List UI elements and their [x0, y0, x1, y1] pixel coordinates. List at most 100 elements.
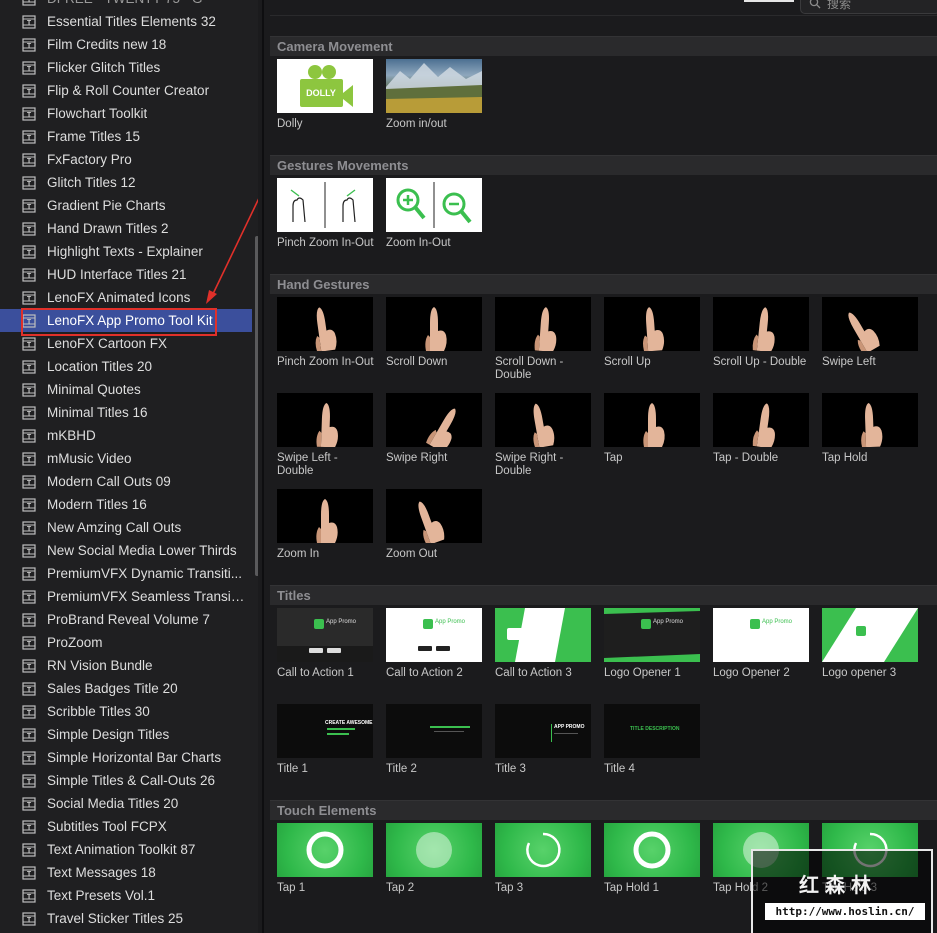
sidebar-item[interactable]: T New Amzing Call Outs	[0, 516, 252, 539]
effect-thumbnail[interactable]	[386, 178, 482, 232]
sidebar-item[interactable]: T Sales Badges Title 20	[0, 677, 252, 700]
effect-tile[interactable]: Call to Action 3	[495, 608, 591, 680]
effect-tile[interactable]: Tap 3	[495, 823, 591, 895]
sidebar-item[interactable]: T Essential Titles Elements 32	[0, 10, 252, 33]
sidebar-item[interactable]: T Simple Titles & Call-Outs 26	[0, 769, 252, 792]
sidebar-item[interactable]: T Travel Sticker Titles 25	[0, 907, 252, 930]
effect-thumbnail[interactable]: App Promo	[386, 608, 482, 662]
sidebar-item[interactable]: T Frame Titles 15	[0, 125, 252, 148]
effect-thumbnail[interactable]	[495, 393, 591, 447]
section-header[interactable]: Touch Elements	[270, 800, 937, 820]
sidebar-item[interactable]: T DFREE - TWENTY 75 - G	[0, 0, 252, 10]
effect-tile[interactable]: App Promo Logo Opener 1	[604, 608, 700, 680]
section-header[interactable]: Hand Gestures	[270, 274, 937, 294]
effect-tile[interactable]: DOLLY Dolly	[277, 59, 373, 131]
effect-tile[interactable]: Tap	[604, 393, 700, 465]
effect-thumbnail[interactable]	[277, 823, 373, 877]
sidebar-scrollbar[interactable]	[255, 236, 258, 576]
effect-thumbnail[interactable]	[277, 178, 373, 232]
effect-thumbnail[interactable]	[386, 59, 482, 113]
effect-tile[interactable]: Scroll Up - Double	[713, 297, 809, 369]
sidebar-item[interactable]: T Flowchart Toolkit	[0, 102, 252, 125]
effect-thumbnail[interactable]: App Promo	[713, 608, 809, 662]
sidebar-item[interactable]: T New Social Media Lower Thirds	[0, 539, 252, 562]
effect-thumbnail[interactable]	[277, 297, 373, 351]
sidebar-item[interactable]: TmKBHD	[0, 424, 252, 447]
sidebar-item[interactable]: T HUD Interface Titles 21	[0, 263, 252, 286]
sidebar-item[interactable]: T Modern Titles 16	[0, 493, 252, 516]
effect-thumbnail[interactable]	[386, 393, 482, 447]
sidebar-item[interactable]: T Modern Call Outs 09	[0, 470, 252, 493]
effect-tile[interactable]: Pinch Zoom In-Out	[277, 178, 374, 250]
effect-thumbnail[interactable]	[604, 393, 700, 447]
effect-thumbnail[interactable]	[277, 489, 373, 543]
effect-tile[interactable]: Swipe Right - Double	[495, 393, 591, 478]
effect-thumbnail[interactable]: App Promo	[277, 608, 373, 662]
effect-tile[interactable]: Tap Hold	[822, 393, 918, 465]
effect-thumbnail[interactable]	[495, 823, 591, 877]
effect-tile[interactable]: Scroll Down - Double	[495, 297, 591, 382]
effect-thumbnail[interactable]	[495, 608, 591, 662]
effect-thumbnail[interactable]	[822, 393, 918, 447]
section-header[interactable]: Gestures Movements	[270, 155, 937, 175]
effect-thumbnail[interactable]	[713, 393, 809, 447]
effect-thumbnail[interactable]: DOLLY	[277, 59, 373, 113]
sidebar-item[interactable]: T LenoFX App Promo Tool Kit	[0, 309, 252, 332]
sidebar-item[interactable]: T Text Messages 18	[0, 861, 252, 884]
effect-tile[interactable]: Zoom Out	[386, 489, 482, 561]
section-header[interactable]: Camera Movement	[270, 36, 937, 56]
effect-tile[interactable]: App Promo Call to Action 2	[386, 608, 482, 680]
effect-thumbnail[interactable]: APP PROMO	[495, 704, 591, 758]
effect-tile[interactable]: Zoom In	[277, 489, 373, 561]
sidebar-item[interactable]: T LenoFX Cartoon FX	[0, 332, 252, 355]
effect-thumbnail[interactable]	[822, 608, 918, 662]
effect-tile[interactable]: CREATE AWESOME Title 1	[277, 704, 373, 776]
effect-thumbnail[interactable]	[604, 823, 700, 877]
effect-thumbnail[interactable]	[822, 297, 918, 351]
effect-tile[interactable]: Pinch Zoom In-Out	[277, 297, 374, 369]
sidebar-item[interactable]: T Location Titles 20	[0, 355, 252, 378]
sidebar-item[interactable]: T RN Vision Bundle	[0, 654, 252, 677]
effect-thumbnail[interactable]	[386, 704, 482, 758]
effect-tile[interactable]: Title 2	[386, 704, 482, 776]
effect-tile[interactable]: Tap 2	[386, 823, 482, 895]
sidebar-item[interactable]: T ProZoom	[0, 631, 252, 654]
effect-thumbnail[interactable]	[386, 489, 482, 543]
effect-tile[interactable]: Zoom In-Out	[386, 178, 482, 250]
effect-tile[interactable]: Swipe Right	[386, 393, 482, 465]
effect-tile[interactable]: Tap Hold 1	[604, 823, 700, 895]
sidebar-item[interactable]: T Hand Drawn Titles 2	[0, 217, 252, 240]
sidebar-item[interactable]: T ProBrand Reveal Volume 7	[0, 608, 252, 631]
effect-tile[interactable]: TITLE DESCRIPTION Title 4	[604, 704, 700, 776]
effect-thumbnail[interactable]: TITLE DESCRIPTION	[604, 704, 700, 758]
effect-tile[interactable]: Tap - Double	[713, 393, 809, 465]
effect-thumbnail[interactable]	[495, 297, 591, 351]
effect-tile[interactable]: Swipe Left - Double	[277, 393, 373, 478]
sidebar-item[interactable]: T Film Credits new 18	[0, 33, 252, 56]
effect-tile[interactable]: App Promo Call to Action 1	[277, 608, 373, 680]
effect-tile[interactable]: Swipe Left	[822, 297, 918, 369]
sidebar-item[interactable]: T LenoFX Animated Icons	[0, 286, 252, 309]
effect-thumbnail[interactable]: CREATE AWESOME	[277, 704, 373, 758]
sidebar-item[interactable]: T Social Media Titles 20	[0, 792, 252, 815]
effect-thumbnail[interactable]	[386, 297, 482, 351]
sidebar-item[interactable]: T Text Animation Toolkit 87	[0, 838, 252, 861]
sidebar-item[interactable]: T Gradient Pie Charts	[0, 194, 252, 217]
sidebar-item[interactable]: T Flip & Roll Counter Creator	[0, 79, 252, 102]
effect-tile[interactable]: Scroll Down	[386, 297, 482, 369]
sidebar-item[interactable]: T Simple Horizontal Bar Charts	[0, 746, 252, 769]
sidebar-item[interactable]: T Scribble Titles 30	[0, 700, 252, 723]
effect-tile[interactable]: Logo opener 3	[822, 608, 918, 680]
sidebar-item[interactable]: T Flicker Glitch Titles	[0, 56, 252, 79]
sidebar-item[interactable]: T Simple Design Titles	[0, 723, 252, 746]
sidebar-item[interactable]: T Glitch Titles 12	[0, 171, 252, 194]
effect-thumbnail[interactable]	[713, 297, 809, 351]
effect-thumbnail[interactable]	[277, 393, 373, 447]
sidebar-item[interactable]: TmMusic Video	[0, 447, 252, 470]
effect-thumbnail[interactable]: App Promo	[604, 608, 700, 662]
sidebar-item[interactable]: T Highlight Texts - Explainer	[0, 240, 252, 263]
sidebar-item[interactable]: T PremiumVFX Dynamic Transiti...	[0, 562, 252, 585]
effect-thumbnail[interactable]	[386, 823, 482, 877]
sidebar-item[interactable]: T Minimal Quotes	[0, 378, 252, 401]
sidebar-item[interactable]: T Text Presets Vol.1	[0, 884, 252, 907]
